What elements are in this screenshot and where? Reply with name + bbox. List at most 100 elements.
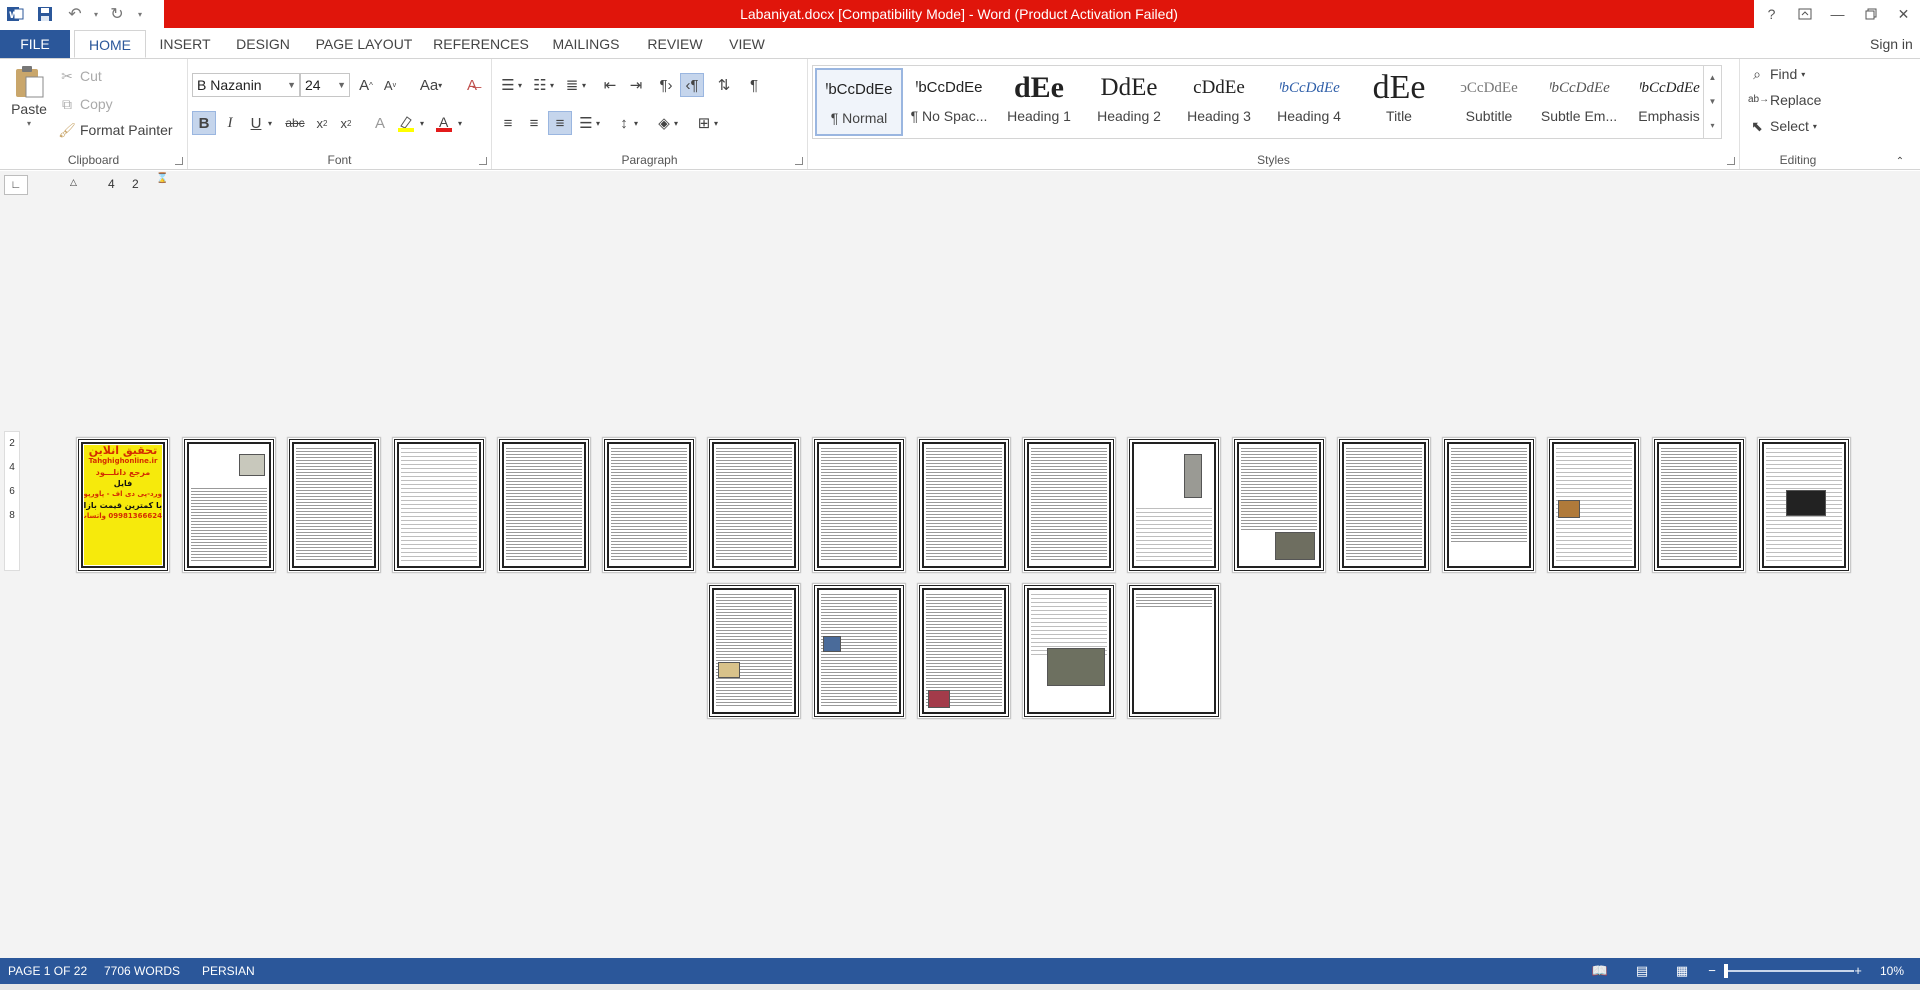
style-title[interactable]: dEe Title [1355,68,1443,136]
page-thumbnail[interactable] [182,437,276,573]
zoom-in-button[interactable]: + [1848,962,1868,980]
page-thumbnail[interactable] [707,437,801,573]
text-effects-icon[interactable]: A [368,111,392,135]
more-styles-icon[interactable]: ▾ [1704,114,1721,138]
style-heading-4[interactable]: ꞋbCcDdEe Heading 4 [1265,68,1353,136]
show-formatting-icon[interactable]: ¶ [742,73,766,97]
page-thumbnail[interactable] [707,583,801,719]
subscript-icon[interactable]: x2 [310,111,334,135]
select-button[interactable]: ⬉ Select ▾ [1748,117,1817,135]
font-size-combo[interactable]: 24 ▼ [300,73,350,97]
copy-button[interactable]: ⧉ Copy [58,95,113,113]
font-family-combo[interactable]: B Nazanin ▼ [192,73,300,97]
cut-button[interactable]: ✂ Cut [58,67,102,85]
align-center-icon[interactable]: ≡ [522,111,546,135]
page-thumbnail[interactable] [1232,437,1326,573]
minimize-icon[interactable]: — [1821,0,1854,28]
customize-qat-icon[interactable]: ▾ [132,0,148,28]
zoom-level[interactable]: 10% [1880,958,1904,984]
highlight-color-icon[interactable] [394,111,418,135]
tab-selector-icon[interactable]: ∟ [4,175,28,195]
shrink-font-icon[interactable]: Av [378,73,402,97]
page-thumbnail[interactable] [812,583,906,719]
page-thumbnail[interactable] [287,437,381,573]
scroll-down-icon[interactable]: ▼ [1704,90,1721,114]
style-no-spacing[interactable]: ꞋbCcDdEe ¶ No Spac... [905,68,993,136]
style-heading-1[interactable]: dEe Heading 1 [995,68,1083,136]
decrease-indent-icon[interactable]: ⇤ [598,73,622,97]
shading-dropdown-icon[interactable]: ▾ [670,111,682,135]
paragraph-launcher-icon[interactable] [795,157,803,165]
help-button[interactable]: ? [1755,0,1788,28]
tab-design[interactable]: DESIGN [230,30,296,58]
multilevel-dropdown-icon[interactable]: ▾ [578,73,590,97]
zoom-slider-thumb[interactable] [1724,964,1728,978]
find-button[interactable]: ⌕ Find ▾ [1748,65,1805,83]
tab-review[interactable]: REVIEW [642,30,708,58]
style-subtitle[interactable]: ↄCcDdEe Subtitle [1445,68,1533,136]
style-heading-2[interactable]: DdEe Heading 2 [1085,68,1173,136]
tab-file[interactable]: FILE [0,30,70,58]
document-area[interactable]: 2 4 6 8 تحقیق آنلاین Tahghighonline.ir م… [0,201,1920,958]
undo-dropdown-icon[interactable]: ▾ [90,0,102,28]
style-heading-3[interactable]: cDdEe Heading 3 [1175,68,1263,136]
clipboard-launcher-icon[interactable] [175,157,183,165]
page-thumbnail[interactable] [392,437,486,573]
page-thumbnail[interactable] [1022,583,1116,719]
tab-insert[interactable]: INSERT [156,30,214,58]
tab-references[interactable]: REFERENCES [432,30,530,58]
collapse-ribbon-icon[interactable]: ⌃ [1888,149,1912,173]
page-thumbnail[interactable] [1757,437,1851,573]
change-case-button[interactable]: Aa ▾ [414,73,448,97]
zoom-out-button[interactable]: − [1702,962,1722,980]
page-thumbnail[interactable]: تحقیق آنلاین Tahghighonline.ir مرجع دانل… [76,437,170,573]
restore-icon[interactable] [1854,0,1887,28]
strikethrough-button[interactable]: abc [280,111,310,135]
bullets-dropdown-icon[interactable]: ▾ [514,73,526,97]
close-icon[interactable]: ✕ [1887,0,1920,28]
word-logo-icon[interactable]: W [0,0,30,28]
italic-button[interactable]: I [218,111,242,135]
grow-font-icon[interactable]: A ^ [354,73,378,97]
read-mode-icon[interactable]: 📖 [1590,962,1610,980]
style-subtle-emphasis[interactable]: ꞋbCcDdEe Subtle Em... [1535,68,1623,136]
paste-button[interactable]: Paste ▾ [8,65,50,128]
save-icon[interactable] [30,0,60,28]
styles-gallery-scroll[interactable]: ▲ ▼ ▾ [1703,66,1721,138]
tab-home[interactable]: HOME [74,30,146,58]
tab-mailings[interactable]: MAILINGS [546,30,626,58]
page-count[interactable]: PAGE 1 OF 22 [8,958,87,984]
increase-indent-icon[interactable]: ⇥ [624,73,648,97]
sort-icon[interactable]: ⇅ [712,73,736,97]
font-color-dropdown-icon[interactable]: ▾ [454,111,466,135]
bold-button[interactable]: B [192,111,216,135]
horizontal-ruler[interactable]: △ 4 2 ⌛ [70,174,170,193]
page-thumbnail[interactable] [1547,437,1641,573]
print-layout-icon[interactable]: ▤ [1632,962,1652,980]
indent-marker-icon[interactable]: △ [70,177,77,188]
page-thumbnail[interactable] [917,437,1011,573]
line-spacing-dropdown-icon[interactable]: ▾ [630,111,642,135]
tab-view[interactable]: VIEW [724,30,770,58]
format-painter-button[interactable]: 🖌 Format Painter [58,121,172,139]
highlight-dropdown-icon[interactable]: ▾ [416,111,428,135]
tab-page-layout[interactable]: PAGE LAYOUT [312,30,416,58]
page-thumbnail[interactable] [1442,437,1536,573]
styles-launcher-icon[interactable] [1727,157,1735,165]
justify-dropdown-icon[interactable]: ▾ [592,111,604,135]
style-normal[interactable]: ꞋbCcDdEe ¶ Normal [815,68,903,136]
page-thumbnail[interactable] [917,583,1011,719]
clear-formatting-icon[interactable]: A̶ [460,73,484,97]
page-thumbnail[interactable] [812,437,906,573]
page-thumbnail[interactable] [1022,437,1116,573]
align-right-icon[interactable]: ≡ [548,111,572,135]
redo-icon[interactable]: ↻ [102,0,132,28]
underline-dropdown-icon[interactable]: ▾ [264,111,276,135]
page-thumbnail[interactable] [1337,437,1431,573]
zoom-slider[interactable] [1724,970,1854,972]
undo-icon[interactable]: ↶ [60,0,90,28]
numbering-dropdown-icon[interactable]: ▾ [546,73,558,97]
rtl-direction-icon[interactable]: ‹¶ [680,73,704,97]
language-indicator[interactable]: PERSIAN [202,958,255,984]
font-color-icon[interactable]: A [432,111,456,135]
